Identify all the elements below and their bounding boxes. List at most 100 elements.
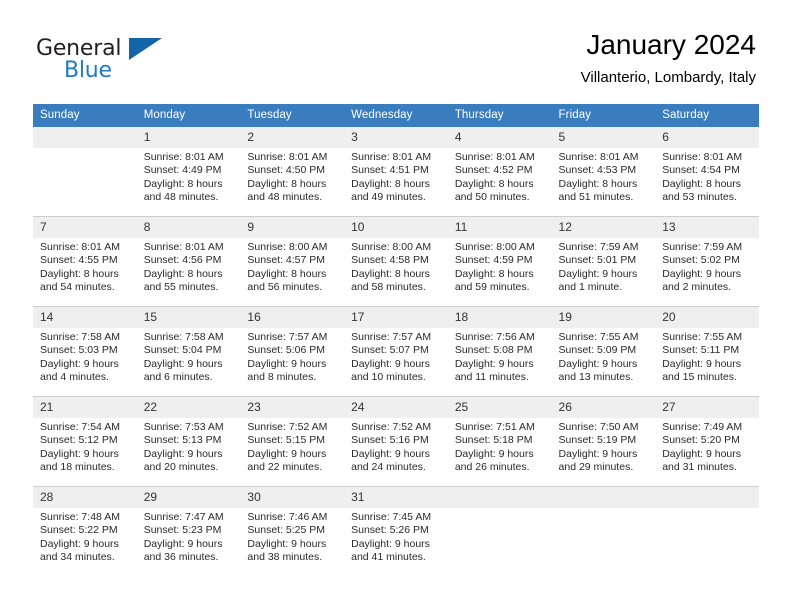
sunset-time: Sunset: 5:07 PM [351,344,429,357]
calendar-day-cell[interactable]: 5 Sunrise: 8:01 AM Sunset: 4:53 PM Daylight… [551,127,656,217]
weekday-header-monday: Monday [136,104,241,127]
calendar-day-cell[interactable]: 28 Sunrise: 7:48 AM Sunset: 5:22 PM Dayligh… [33,486,137,576]
sunset-time: Sunset: 5:19 PM [558,434,637,447]
day-sun-info: Sunrise: 8:00 AM Sunset: 4:57 PM Daylight:… [240,238,344,295]
calendar-day-cell[interactable]: 30 Sunrise: 7:46 AM Sunset: 5:25 PM Dayligh… [240,486,345,576]
calendar-day-cell[interactable]: 10 Sunrise: 8:00 AM Sunset: 4:58 PM Dayligh… [344,216,448,307]
sunset-time: Sunset: 5:26 PM [351,524,429,537]
day-cell-inner: 23 Sunrise: 7:52 AM Sunset: 5:15 PM Dayligh… [240,397,345,486]
calendar-day-cell[interactable]: 6 Sunrise: 8:01 AM Sunset: 4:54 PM Daylight… [655,127,759,217]
calendar-day-cell[interactable]: 1 Sunrise: 8:01 AM Sunset: 4:49 PM Daylight… [136,127,241,217]
day-sun-info: Sunrise: 8:01 AM Sunset: 4:54 PM Daylight:… [655,148,759,205]
day-cell-inner: 18 Sunrise: 7:56 AM Sunset: 5:08 PM Dayligh… [447,307,552,396]
calendar-day-cell[interactable]: 20 Sunrise: 7:55 AM Sunset: 5:11 PM Dayligh… [655,306,759,397]
general-blue-logo: General Blue [36,36,256,84]
calendar-day-cell[interactable]: 21 Sunrise: 7:54 AM Sunset: 5:12 PM Dayligh… [33,396,137,487]
daylight-duration-line1: Daylight: 8 hours [558,177,638,190]
daylight-duration-line1: Daylight: 9 hours [454,447,534,460]
calendar-day-cell[interactable]: 15 Sunrise: 7:58 AM Sunset: 5:04 PM Dayligh… [136,306,241,397]
calendar-day-cell[interactable]: 3 Sunrise: 8:01 AM Sunset: 4:51 PM Daylight… [344,127,448,217]
sunrise-time: Sunrise: 7:46 AM [247,511,328,523]
day-number: 22 [136,397,241,418]
day-sun-info: Sunrise: 7:47 AM Sunset: 5:23 PM Daylight:… [137,508,241,565]
daylight-duration-line2: and 50 minutes. [454,191,530,204]
sunrise-time: Sunrise: 7:50 AM [558,421,639,433]
calendar-day-cell[interactable]: 13 Sunrise: 7:59 AM Sunset: 5:02 PM Dayligh… [655,216,759,307]
daylight-duration-line2: and 48 minutes. [143,191,219,204]
daylight-duration-line1: Daylight: 8 hours [143,267,223,280]
day-cell-inner: 24 Sunrise: 7:52 AM Sunset: 5:16 PM Dayligh… [344,397,448,486]
sunrise-time: Sunrise: 7:53 AM [143,421,224,433]
calendar-day-cell[interactable]: 14 Sunrise: 7:58 AM Sunset: 5:03 PM Dayligh… [33,306,137,397]
calendar-day-cell[interactable]: 29 Sunrise: 7:47 AM Sunset: 5:23 PM Dayligh… [136,486,241,576]
day-sun-info: Sunrise: 7:59 AM Sunset: 5:02 PM Daylight:… [655,238,759,295]
day-cell-inner: 3 Sunrise: 8:01 AM Sunset: 4:51 PM Daylight… [344,127,448,216]
calendar-day-cell[interactable]: 19 Sunrise: 7:55 AM Sunset: 5:09 PM Dayligh… [551,306,656,397]
weekday-header-saturday: Saturday [655,104,759,127]
day-number: 6 [655,127,759,148]
sunset-time: Sunset: 4:55 PM [40,254,118,267]
calendar-day-cell[interactable]: 24 Sunrise: 7:52 AM Sunset: 5:16 PM Dayligh… [344,396,448,487]
calendar-day-cell[interactable]: 17 Sunrise: 7:57 AM Sunset: 5:07 PM Dayligh… [344,306,448,397]
sunset-time: Sunset: 4:56 PM [143,254,222,267]
sunset-time: Sunset: 4:57 PM [247,254,326,267]
day-number: 29 [136,487,241,508]
day-number: 15 [136,307,241,328]
calendar-day-cell[interactable]: 4 Sunrise: 8:01 AM Sunset: 4:52 PM Daylight… [447,127,552,217]
calendar-day-cell[interactable]: 12 Sunrise: 7:59 AM Sunset: 5:01 PM Dayligh… [551,216,656,307]
calendar-day-cell[interactable]: 25 Sunrise: 7:51 AM Sunset: 5:18 PM Dayligh… [447,396,552,487]
weekday-header-sunday: Sunday [33,104,137,127]
calendar-day-cell[interactable]: 16 Sunrise: 7:57 AM Sunset: 5:06 PM Dayligh… [240,306,345,397]
calendar-week-row: 28 Sunrise: 7:48 AM Sunset: 5:22 PM Dayligh… [33,486,759,576]
day-sun-info: Sunrise: 7:46 AM Sunset: 5:25 PM Daylight:… [240,508,344,565]
daylight-duration-line1: Daylight: 9 hours [662,447,742,460]
sunrise-time: Sunrise: 7:58 AM [40,331,120,343]
daylight-duration-line2: and 8 minutes. [247,371,317,384]
day-sun-info: Sunrise: 7:49 AM Sunset: 5:20 PM Daylight:… [655,418,759,475]
sunset-time: Sunset: 4:50 PM [247,164,326,177]
day-number: 5 [551,127,656,148]
day-cell-inner: 2 Sunrise: 8:01 AM Sunset: 4:50 PM Daylight… [240,127,345,216]
calendar-day-cell[interactable]: 31 Sunrise: 7:45 AM Sunset: 5:26 PM Dayligh… [344,486,448,576]
calendar-day-cell[interactable]: 9 Sunrise: 8:00 AM Sunset: 4:57 PM Daylight… [240,216,345,307]
daylight-duration-line1: Daylight: 9 hours [40,537,119,550]
daylight-duration-line2: and 31 minutes. [662,461,737,474]
calendar-day-cell[interactable]: 27 Sunrise: 7:49 AM Sunset: 5:20 PM Dayligh… [655,396,759,487]
calendar-day-cell[interactable]: 18 Sunrise: 7:56 AM Sunset: 5:08 PM Dayligh… [447,306,552,397]
sunrise-time: Sunrise: 7:59 AM [558,241,639,253]
day-number: 24 [344,397,448,418]
calendar-day-cell[interactable]: 11 Sunrise: 8:00 AM Sunset: 4:59 PM Dayligh… [447,216,552,307]
daylight-duration-line1: Daylight: 9 hours [247,447,327,460]
day-number: 13 [655,217,759,238]
day-sun-info: Sunrise: 7:58 AM Sunset: 5:03 PM Daylight:… [33,328,137,385]
calendar-day-cell[interactable]: 23 Sunrise: 7:52 AM Sunset: 5:15 PM Dayligh… [240,396,345,487]
daylight-duration-line2: and 59 minutes. [454,281,530,294]
daylight-duration-line2: and 49 minutes. [351,191,426,204]
sunrise-time: Sunrise: 8:00 AM [351,241,432,253]
daylight-duration-line1: Daylight: 9 hours [143,447,223,460]
day-number: 28 [33,487,137,508]
daylight-duration-line1: Daylight: 8 hours [351,177,430,190]
calendar-week-row: 21 Sunrise: 7:54 AM Sunset: 5:12 PM Dayligh… [33,396,759,487]
calendar-day-cell[interactable]: 2 Sunrise: 8:01 AM Sunset: 4:50 PM Daylight… [240,127,345,217]
day-cell-inner: 27 Sunrise: 7:49 AM Sunset: 5:20 PM Dayligh… [655,397,759,486]
daylight-duration-line2: and 13 minutes. [558,371,634,384]
daylight-duration-line1: Daylight: 8 hours [247,177,327,190]
day-cell-inner [33,127,137,216]
daylight-duration-line1: Daylight: 8 hours [40,267,119,280]
day-cell-inner [551,487,656,576]
calendar-day-cell[interactable]: 8 Sunrise: 8:01 AM Sunset: 4:56 PM Daylight… [136,216,241,307]
calendar-day-cell[interactable]: 22 Sunrise: 7:53 AM Sunset: 5:13 PM Dayligh… [136,396,241,487]
day-sun-info: Sunrise: 8:00 AM Sunset: 4:59 PM Daylight:… [448,238,552,295]
sunset-time: Sunset: 5:25 PM [247,524,326,537]
day-sun-info: Sunrise: 8:01 AM Sunset: 4:53 PM Daylight:… [552,148,656,205]
calendar-day-cell[interactable]: 7 Sunrise: 8:01 AM Sunset: 4:55 PM Daylight… [33,216,137,307]
calendar-week-row: 14 Sunrise: 7:58 AM Sunset: 5:03 PM Dayligh… [33,306,759,397]
calendar-day-cell[interactable]: 26 Sunrise: 7:50 AM Sunset: 5:19 PM Dayligh… [551,396,656,487]
day-sun-info: Sunrise: 7:57 AM Sunset: 5:07 PM Daylight:… [344,328,448,385]
day-sun-info: Sunrise: 7:52 AM Sunset: 5:16 PM Daylight:… [344,418,448,475]
daylight-duration-line2: and 1 minute. [558,281,623,294]
day-sun-info: Sunrise: 8:01 AM Sunset: 4:50 PM Daylight:… [240,148,344,205]
day-number: 26 [551,397,656,418]
daylight-duration-line2: and 11 minutes. [454,371,529,384]
